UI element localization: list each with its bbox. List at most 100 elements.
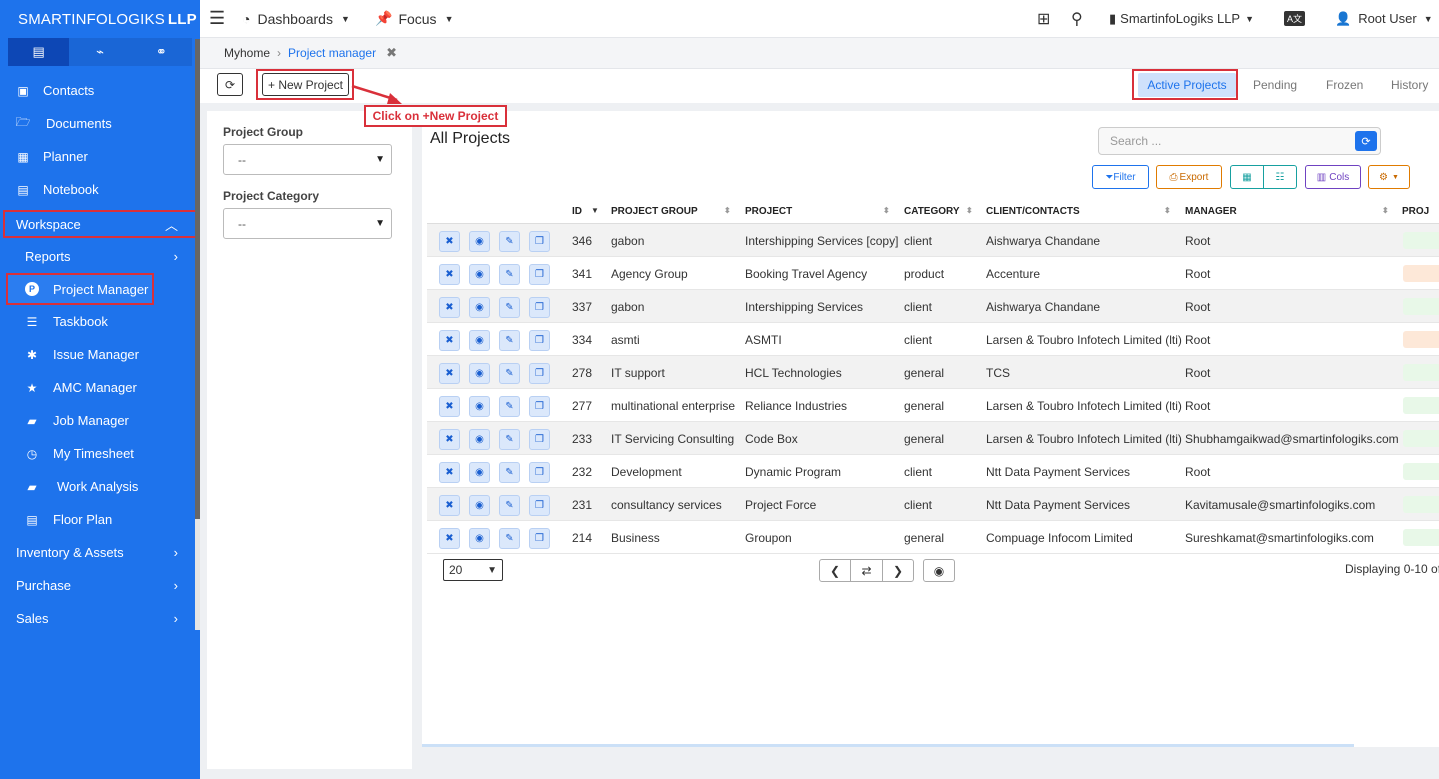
sidebar-tab-charts[interactable]: ⌁: [69, 38, 131, 66]
col-client[interactable]: CLIENT/CONTACTS ⬍: [986, 206, 1171, 217]
col-category[interactable]: CATEGORY ⬍: [904, 206, 973, 217]
edit-button[interactable]: ✎: [499, 297, 520, 318]
edit-tools-button[interactable]: ✖: [439, 462, 460, 483]
table-row[interactable]: ✖ ◉ ✎ ❐ 337 gabon Intershipping Services client…: [427, 290, 1439, 323]
project-group-select[interactable]: -- ▼: [223, 144, 392, 175]
table-row[interactable]: ✖ ◉ ✎ ❐ 278 IT support HCL Technologies general…: [427, 356, 1439, 389]
sidebar-item-floor-plan[interactable]: ▤ Floor Plan: [0, 503, 200, 536]
table-row[interactable]: ✖ ◉ ✎ ❐ 231 consultancy services Project Force…: [427, 488, 1439, 521]
refresh-button[interactable]: ⟳: [217, 73, 243, 96]
company-selector[interactable]: ▮ SmartinfoLogiks LLP ▼: [1109, 11, 1254, 27]
col-manager[interactable]: MANAGER ⬍: [1185, 206, 1389, 217]
edit-button[interactable]: ✎: [499, 264, 520, 285]
col-id[interactable]: ID ▼: [572, 206, 599, 217]
sidebar-item-contacts[interactable]: ▣ Contacts: [0, 74, 200, 107]
project-category-select[interactable]: -- ▼: [223, 208, 392, 239]
edit-tools-button[interactable]: ✖: [439, 264, 460, 285]
sidebar-item-issue-manager[interactable]: ✱ Issue Manager: [0, 338, 200, 371]
table-row[interactable]: ✖ ◉ ✎ ❐ 334 asmti ASMTI client Larsen & Toubro I…: [427, 323, 1439, 356]
copy-button[interactable]: ❐: [529, 363, 550, 384]
filter-button[interactable]: ⏷ Filter: [1092, 165, 1149, 189]
sidebar-scrollbar-track[interactable]: [195, 519, 200, 630]
view-button[interactable]: ◉: [469, 429, 490, 450]
table-row[interactable]: ✖ ◉ ✎ ❐ 214 Business Groupon general Compuage In…: [427, 521, 1439, 554]
sidebar-tab-menu[interactable]: ▤: [8, 38, 70, 66]
sidebar-item-sales[interactable]: Sales ›: [0, 602, 200, 635]
settings-dropdown-button[interactable]: ⚙ ▼: [1368, 165, 1410, 189]
global-search-button[interactable]: ⚲: [1071, 9, 1083, 29]
copy-button[interactable]: ❐: [529, 528, 550, 549]
columns-button[interactable]: ▥ Cols: [1305, 165, 1361, 189]
edit-button[interactable]: ✎: [499, 462, 520, 483]
tab-frozen[interactable]: Frozen: [1326, 69, 1363, 100]
edit-button[interactable]: ✎: [499, 363, 520, 384]
list-view-button[interactable]: ☷: [1263, 165, 1297, 189]
edit-tools-button[interactable]: ✖: [439, 429, 460, 450]
copy-button[interactable]: ❐: [529, 330, 550, 351]
tab-active-projects[interactable]: Active Projects: [1136, 69, 1238, 100]
view-button[interactable]: ◉: [469, 462, 490, 483]
breadcrumb-home[interactable]: Myhome: [224, 46, 270, 60]
brand-logo[interactable]: SMARTINFOLOGIKS LLP: [0, 0, 200, 38]
goto-page-button[interactable]: ◉: [923, 559, 955, 582]
edit-tools-button[interactable]: ✖: [439, 528, 460, 549]
edit-button[interactable]: ✎: [499, 528, 520, 549]
sidebar-scrollbar-thumb[interactable]: [195, 39, 200, 519]
grid-view-button[interactable]: ▦: [1230, 165, 1264, 189]
sidebar-tab-links[interactable]: ⚭: [130, 38, 192, 66]
sidebar-item-project-manager[interactable]: P Project Manager: [6, 273, 154, 305]
view-button[interactable]: ◉: [469, 528, 490, 549]
search-refresh-button[interactable]: ⟳: [1355, 131, 1377, 151]
view-button[interactable]: ◉: [469, 495, 490, 516]
edit-button[interactable]: ✎: [499, 429, 520, 450]
sidebar-item-inventory-assets[interactable]: Inventory & Assets ›: [0, 536, 200, 569]
copy-button[interactable]: ❐: [529, 396, 550, 417]
focus-menu[interactable]: 📌 Focus ▼: [375, 10, 453, 27]
language-button[interactable]: A文: [1284, 11, 1306, 26]
view-button[interactable]: ◉: [469, 297, 490, 318]
sidebar-item-notebook[interactable]: ▤ Notebook: [0, 173, 200, 206]
page-size-select[interactable]: 20 ▼: [443, 559, 503, 581]
next-page-button[interactable]: ❯: [882, 559, 914, 582]
sidebar-item-workspace[interactable]: Workspace ︿: [3, 210, 197, 238]
user-menu[interactable]: 👤 Root User ▼: [1335, 11, 1433, 27]
edit-tools-button[interactable]: ✖: [439, 396, 460, 417]
sidebar-item-planner[interactable]: ▦ Planner: [0, 140, 200, 173]
horizontal-scrollbar[interactable]: [422, 744, 1354, 747]
sidebar-item-reports[interactable]: Reports ›: [0, 240, 200, 273]
new-project-button[interactable]: + New Project: [262, 73, 349, 96]
table-row[interactable]: ✖ ◉ ✎ ❐ 232 Development Dynamic Program client N…: [427, 455, 1439, 488]
dashboards-menu[interactable]: ◔ Dashboards ▼: [242, 11, 350, 27]
view-button[interactable]: ◉: [469, 330, 490, 351]
view-button[interactable]: ◉: [469, 231, 490, 252]
edit-button[interactable]: ✎: [499, 330, 520, 351]
col-project-group[interactable]: PROJECT GROUP ⬍: [611, 206, 731, 217]
sidebar-item-amc-manager[interactable]: ★ AMC Manager: [0, 371, 200, 404]
edit-tools-button[interactable]: ✖: [439, 363, 460, 384]
edit-button[interactable]: ✎: [499, 396, 520, 417]
export-button[interactable]: ⎙ Export: [1156, 165, 1222, 189]
col-project[interactable]: PROJECT ⬍: [745, 206, 890, 217]
sidebar-item-my-timesheet[interactable]: ◷ My Timesheet: [0, 437, 200, 470]
prev-page-button[interactable]: ❮: [819, 559, 851, 582]
edit-tools-button[interactable]: ✖: [439, 330, 460, 351]
table-row[interactable]: ✖ ◉ ✎ ❐ 233 IT Servicing Consulting Code Box ge…: [427, 422, 1439, 455]
apps-grid-button[interactable]: ⊞: [1037, 9, 1050, 29]
view-button[interactable]: ◉: [469, 264, 490, 285]
edit-tools-button[interactable]: ✖: [439, 231, 460, 252]
tab-history[interactable]: History: [1391, 69, 1428, 100]
reload-page-button[interactable]: ⇄: [850, 559, 883, 582]
edit-button[interactable]: ✎: [499, 495, 520, 516]
copy-button[interactable]: ❐: [529, 495, 550, 516]
table-row[interactable]: ✖ ◉ ✎ ❐ 346 gabon Intershipping Services [copy…: [427, 224, 1439, 257]
view-button[interactable]: ◉: [469, 363, 490, 384]
sidebar-item-taskbook[interactable]: ☰ Taskbook: [0, 305, 200, 338]
sidebar-item-job-manager[interactable]: ▰ Job Manager: [0, 404, 200, 437]
copy-button[interactable]: ❐: [529, 264, 550, 285]
view-button[interactable]: ◉: [469, 396, 490, 417]
table-row[interactable]: ✖ ◉ ✎ ❐ 341 Agency Group Booking Travel Agency…: [427, 257, 1439, 290]
sidebar-item-work-analysis[interactable]: ▰ Work Analysis: [0, 470, 200, 503]
sidebar-item-documents[interactable]: 🗁 Documents: [0, 107, 200, 140]
table-row[interactable]: ✖ ◉ ✎ ❐ 277 multinational enterprise Reliance …: [427, 389, 1439, 422]
edit-button[interactable]: ✎: [499, 231, 520, 252]
